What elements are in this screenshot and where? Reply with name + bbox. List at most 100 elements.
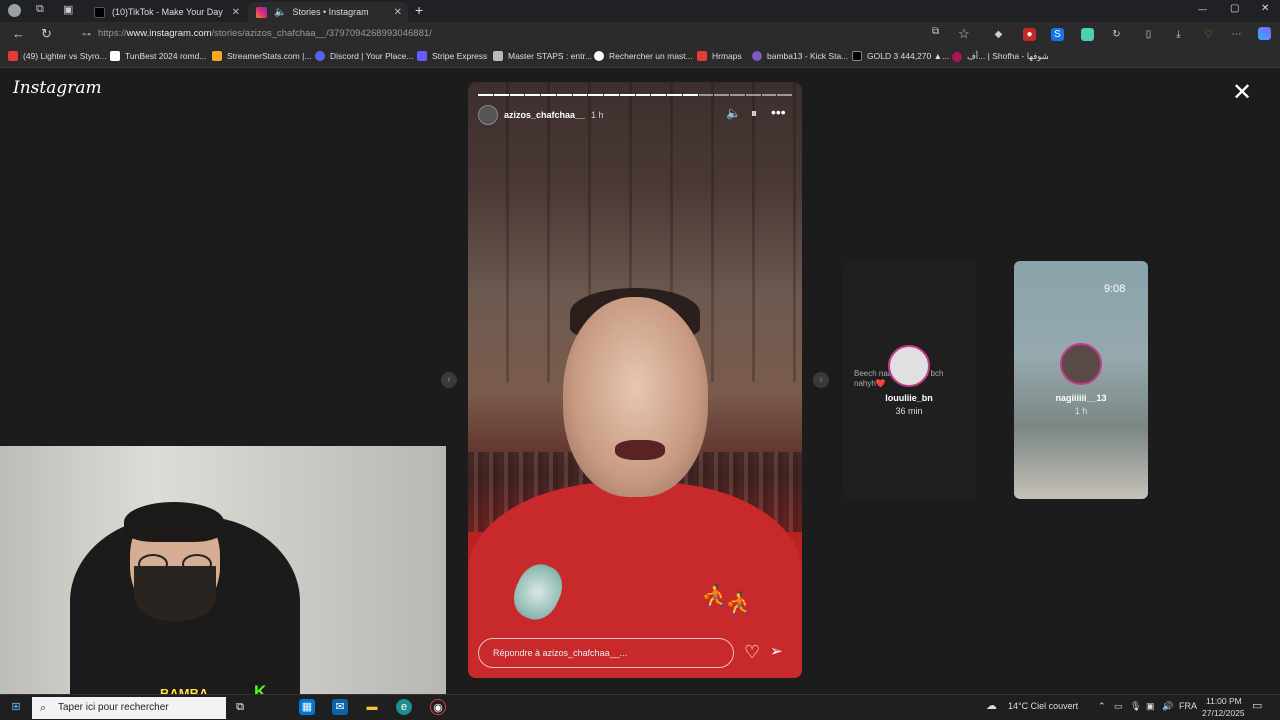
bookmark-item[interactable]: Discord | Your Place... (315, 51, 413, 61)
tab-instagram[interactable]: 🔈 Stories • Instagram ✕ (248, 2, 408, 22)
bookmark-item[interactable]: Hrmaps (697, 51, 742, 61)
preview-username: nagiiiiii__13 (1055, 393, 1107, 403)
task-view-icon[interactable]: ⧉ (232, 699, 248, 715)
progress-segment (777, 94, 792, 96)
story-header: azizos_chafchaa__ 1 h (478, 104, 792, 126)
maximize-button[interactable]: ▢ (1230, 3, 1239, 14)
close-window-button[interactable]: ✕ (1261, 3, 1269, 14)
weather-icon[interactable]: ☁ (986, 699, 997, 712)
url-field[interactable]: ⊶ https://www.instagram.com/stories/aziz… (78, 25, 978, 43)
progress-segment (588, 94, 603, 96)
windows-start-icon[interactable]: ⊞ (8, 699, 24, 715)
progress-segment (541, 94, 556, 96)
network-icon[interactable]: ▭ (1114, 701, 1123, 712)
notifications-icon[interactable]: ▭ (1252, 699, 1262, 712)
edge-icon[interactable]: e (396, 699, 412, 715)
tradingview-icon (852, 51, 862, 61)
monitor-icon[interactable]: ▣ (1146, 701, 1155, 712)
bookmark-item[interactable]: Master STAPS : entr... (493, 51, 592, 61)
tab-tiktok[interactable]: (10)TikTok - Make Your Day ✕ (86, 2, 246, 22)
progress-segment (698, 94, 714, 96)
webcam-overlay: BAMBA K (0, 446, 446, 696)
close-tab-icon[interactable]: ✕ (394, 7, 402, 18)
story-preview[interactable]: 9:08 nagiiiiii__13 1 h (1014, 261, 1148, 499)
workspaces-icon[interactable]: ⧉ (36, 3, 44, 16)
story-time: 1 h (591, 110, 604, 120)
clock-time[interactable]: 11:00 PM (1206, 696, 1242, 706)
previous-story-arrow-icon[interactable]: ‹ (441, 372, 457, 388)
outlook-icon[interactable]: ✉ (332, 699, 348, 715)
send-icon[interactable]: ➢ (770, 642, 783, 660)
bookmark-item[interactable]: Rechercher un mast... (594, 51, 693, 61)
bookmark-item[interactable]: GOLD 3 444,270 ▲... (852, 51, 949, 61)
site-info-icon[interactable]: ⊶ (82, 25, 91, 43)
favorite-star-icon[interactable]: ☆ (958, 26, 970, 42)
progress-segment (493, 94, 509, 96)
instagram-logo[interactable]: Instagram (13, 78, 102, 98)
chevron-up-icon[interactable]: ⌃ (1098, 701, 1106, 712)
extension-icon[interactable]: S (1051, 28, 1064, 41)
progress-segment (525, 94, 540, 96)
language-indicator[interactable]: FRA (1179, 701, 1197, 711)
minimize-button[interactable]: — (1198, 4, 1207, 14)
progress-segment (478, 94, 493, 96)
extension-icon[interactable]: ● (1023, 28, 1036, 41)
bookmark-item[interactable]: bamba13 - Kick Sta... (752, 51, 848, 61)
address-bar-row: ← ↻ ⊶ https://www.instagram.com/stories/… (0, 22, 1280, 46)
more-options-icon[interactable]: ••• (771, 104, 786, 120)
progress-segment (745, 94, 761, 96)
file-explorer-icon[interactable]: ▬ (364, 699, 380, 715)
back-icon[interactable]: ← (12, 26, 25, 41)
story-card[interactable]: ⛹⛹ azizos_chafchaa__ 1 h 🔈 ⏸ ••• Répondr… (468, 82, 802, 678)
bookmark-item[interactable]: أف... | Shofha - شوفها (952, 51, 1049, 62)
bookmark-item[interactable]: StreamerStats.com |... (212, 51, 311, 61)
heart-icon[interactable]: ♡ (744, 642, 760, 663)
bookmark-item[interactable]: Stripe Express (417, 51, 487, 61)
weather-text[interactable]: 14°C Ciel couvert (1008, 701, 1078, 711)
browser-essentials-icon[interactable]: ♡ (1202, 28, 1215, 41)
reply-input[interactable]: Répondre à azizos_chafchaa__... (478, 638, 734, 668)
obs-icon[interactable]: ◉ (430, 699, 446, 715)
extension-icon[interactable]: ◆ (992, 28, 1005, 41)
url-prefix: https:// (98, 28, 127, 39)
new-tab-button[interactable]: + (415, 2, 423, 18)
progress-segment (714, 94, 729, 96)
more-menu-icon[interactable]: ⋯ (1230, 28, 1243, 41)
extensions-puzzle-icon[interactable]: ↻ (1110, 28, 1123, 41)
downloads-icon[interactable]: ⤓ (1172, 28, 1185, 41)
microphone-icon[interactable]: 🎙 (1130, 701, 1141, 712)
close-tab-icon[interactable]: ✕ (232, 7, 240, 18)
refresh-icon[interactable]: ↻ (41, 26, 52, 42)
extension-icon[interactable] (1081, 28, 1094, 41)
pause-icon[interactable]: ⏸ (751, 106, 757, 121)
speaker-icon[interactable]: 🔊 (1162, 701, 1173, 712)
profile-avatar[interactable] (8, 4, 21, 17)
bookmark-item[interactable]: TunBest 2024 romd... (110, 51, 206, 61)
story-preview[interactable]: Beech naar ... hedha bch nahyh❤️ louulii… (842, 261, 976, 499)
clock-date[interactable]: 27/12/2025 (1202, 708, 1245, 718)
story-username[interactable]: azizos_chafchaa__ (504, 110, 585, 120)
progress-segment (619, 94, 635, 96)
search-icon (594, 51, 604, 61)
shofha-icon (952, 51, 962, 62)
progress-segment (761, 94, 777, 96)
avatar (1060, 343, 1102, 385)
story-progress-bar (478, 94, 792, 96)
taskbar-search[interactable]: ⌕ Taper ici pour rechercher (32, 697, 226, 719)
tab-actions-icon[interactable]: ▣ (63, 3, 73, 16)
progress-segment (604, 94, 619, 96)
stripe-icon (417, 51, 427, 61)
streamer-hair (124, 502, 224, 542)
face (563, 297, 708, 497)
volume-icon[interactable]: 🔈 (726, 106, 741, 120)
next-story-arrow-icon[interactable]: › (813, 372, 829, 388)
open-in-app-icon[interactable]: ⧉ (932, 26, 939, 37)
bookmark-item[interactable]: (49) Lighter vs Styro... (8, 51, 107, 61)
close-icon[interactable]: ✕ (1232, 81, 1252, 105)
streamer-beard (134, 566, 216, 621)
speaker-icon[interactable]: 🔈 (274, 7, 286, 18)
copilot-icon[interactable] (1258, 27, 1271, 40)
split-screen-icon[interactable]: ▯ (1142, 28, 1155, 41)
avatar[interactable] (478, 105, 498, 125)
store-icon[interactable]: ▦ (299, 699, 315, 715)
